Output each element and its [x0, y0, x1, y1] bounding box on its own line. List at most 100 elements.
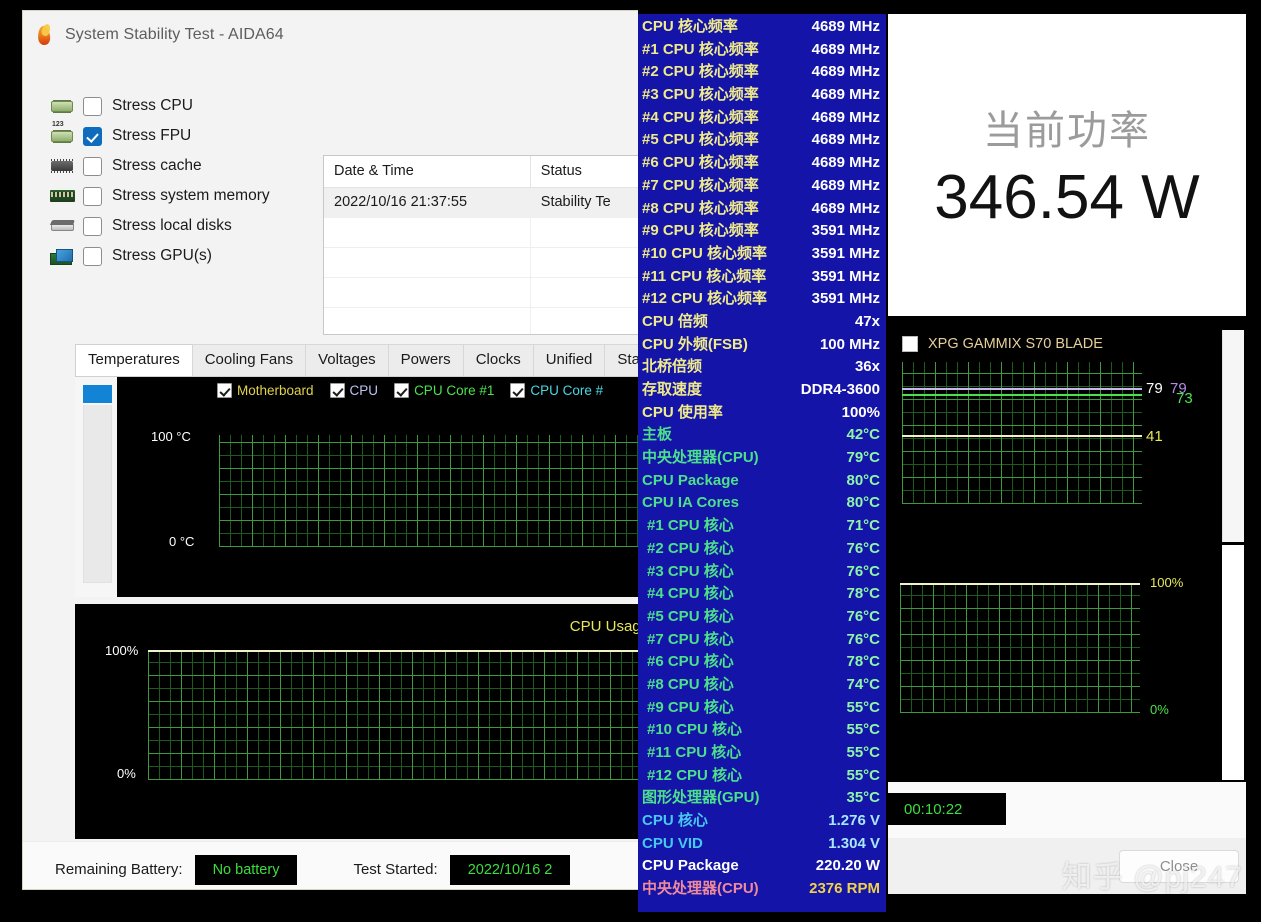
sensor-label: 存取速度	[642, 381, 703, 398]
sensor-value: 100%	[841, 403, 880, 421]
sensor-value: 4689 MHz	[811, 154, 880, 172]
sensor-label: #6 CPU 核心频率	[642, 154, 759, 172]
sensor-value: 55°C	[846, 744, 880, 761]
stress-option-row[interactable]: Stress CPU	[47, 91, 327, 121]
sensor-value: 4689 MHz	[811, 131, 880, 149]
sensor-row: 图形处理器(GPU) 35°C	[642, 787, 880, 810]
aida64-stability-window: System Stability Test - AIDA64 Stress CP…	[22, 10, 638, 890]
sensor-label: 中央处理器(CPU)	[642, 880, 759, 898]
legend-checkbox[interactable]	[217, 383, 232, 398]
right-usage-min-label: 0%	[1150, 702, 1169, 717]
window-titlebar: System Stability Test - AIDA64	[23, 11, 638, 59]
legend-item[interactable]: CPU Core #	[510, 383, 613, 398]
sensor-label: #12 CPU 核心	[647, 766, 743, 784]
legend-item[interactable]: CPU	[329, 383, 389, 398]
sensor-value: 36x	[854, 358, 880, 376]
sensor-value: 76°C	[846, 607, 880, 625]
close-button[interactable]: Close	[1119, 850, 1239, 883]
sensor-label: #4 CPU 核心频率	[642, 108, 759, 126]
stress-option-row[interactable]: Stress local disks	[47, 211, 327, 241]
legend-label: CPU Core #1	[414, 383, 495, 398]
sensor-label: #7 CPU 核心频率	[642, 176, 759, 194]
stress-option-checkbox[interactable]	[83, 186, 102, 206]
sensor-select-list[interactable]	[75, 377, 117, 597]
tab-cooling-fans[interactable]: Cooling Fans	[191, 344, 307, 376]
usage-axis-min-label: 0%	[117, 766, 136, 781]
legend-item[interactable]: Motherboard	[217, 383, 324, 398]
table-row[interactable]: 2022/10/16 21:37:55 Stability Te	[324, 188, 638, 218]
status-strip: Remaining Battery: No battery Test Start…	[23, 841, 638, 889]
sensor-row: 北桥倍频 36x	[642, 356, 880, 379]
temperature-graph-legend: Motherboard CPU CPU Core #1 CPU Core #	[217, 383, 613, 398]
test-started-value: 2022/10/16 2	[449, 854, 571, 885]
stress-option-checkbox[interactable]	[83, 126, 102, 146]
table-row-empty	[324, 308, 638, 334]
log-column-header[interactable]: Status	[531, 156, 638, 188]
sensor-row: 存取速度 DDR4-3600	[642, 379, 880, 402]
sensor-label: #9 CPU 核心	[647, 698, 734, 716]
log-column-header[interactable]: Date & Time	[324, 156, 531, 188]
sensor-value: 3591 MHz	[811, 244, 880, 262]
legend-item[interactable]: CPU Core #1	[394, 383, 504, 398]
sensor-value: 78°C	[846, 653, 880, 671]
sensor-row: #7 CPU 核心 76°C	[642, 629, 880, 652]
sensor-label: #8 CPU 核心	[647, 675, 734, 693]
stress-option-checkbox[interactable]	[83, 216, 102, 236]
legend-checkbox[interactable]	[329, 383, 345, 398]
sensor-row: #1 CPU 核心频率 4689 MHz	[642, 39, 880, 62]
sensor-value: 4689 MHz	[811, 108, 880, 126]
stress-option-row[interactable]: Stress cache	[47, 151, 327, 181]
sensor-row: CPU 核心 1.276 V	[642, 810, 880, 833]
sensor-label: 中央处理器(CPU)	[642, 449, 759, 467]
sensor-label: CPU 外频(FSB)	[642, 335, 748, 353]
event-log-table[interactable]: Date & Time Status 2022/10/16 21:37:55 Sta…	[323, 155, 638, 335]
log-table-rows: 2022/10/16 21:37:55 Stability Te	[324, 188, 638, 334]
stress-option-checkbox[interactable]	[83, 156, 102, 176]
sensor-value: 3591 MHz	[811, 290, 880, 308]
sensor-value: 79°C	[846, 449, 880, 467]
tab-powers[interactable]: Powers	[387, 344, 464, 376]
tab-clocks[interactable]: Clocks	[462, 344, 534, 376]
sensor-value: 80°C	[846, 494, 880, 512]
right-panel-scrollbar[interactable]	[1222, 330, 1244, 542]
sensor-value: 55°C	[846, 766, 880, 784]
sensor-select-selected-item[interactable]	[83, 385, 112, 403]
sensor-row: #10 CPU 核心 55°C	[642, 719, 880, 742]
disk-temperature-graph: XPG GAMMIX S70 BLADE 79 79 73 41	[888, 330, 1220, 542]
tab-unified[interactable]: Unified	[532, 344, 606, 376]
sensor-value: 71°C	[846, 517, 880, 535]
tab-stati[interactable]: Stati	[604, 344, 638, 376]
tab-voltages[interactable]: Voltages	[305, 344, 389, 376]
sensor-value: 76°C	[846, 539, 880, 557]
sensor-label: #8 CPU 核心频率	[642, 199, 759, 217]
sensor-label: CPU 倍频	[642, 312, 708, 330]
battery-value: No battery	[194, 854, 298, 885]
hard-disk-icon	[47, 215, 77, 237]
sensor-value: 78°C	[846, 585, 880, 603]
screen: System Stability Test - AIDA64 Stress CP…	[0, 0, 1261, 922]
stress-option-label: Stress GPU(s)	[112, 247, 212, 264]
legend-checkbox[interactable]	[510, 383, 526, 398]
sensor-value: 3591 MHz	[811, 267, 880, 285]
stress-option-row[interactable]: 123 Stress FPU	[47, 121, 327, 151]
sensor-label: #4 CPU 核心	[647, 585, 734, 603]
sensor-value: 4689 MHz	[811, 86, 880, 104]
sensor-row: #8 CPU 核心 74°C	[642, 674, 880, 697]
cpu-usage-line	[148, 650, 638, 652]
stress-option-row[interactable]: Stress GPU(s)	[47, 241, 327, 271]
test-started-label: Test Started:	[353, 861, 438, 878]
sensor-label: CPU Package	[642, 471, 739, 489]
sensor-row: #3 CPU 核心 76°C	[642, 561, 880, 584]
disk-legend-checkbox[interactable]	[902, 336, 918, 352]
right-panel-scrollbar-lower[interactable]	[1222, 545, 1244, 780]
sensor-label: #10 CPU 核心	[647, 721, 743, 739]
stress-option-checkbox[interactable]	[83, 96, 102, 116]
stress-option-checkbox[interactable]	[83, 246, 102, 266]
legend-checkbox[interactable]	[394, 383, 410, 398]
sensor-row: CPU Package 220.20 W	[642, 855, 880, 878]
sensor-select-rest[interactable]	[83, 405, 112, 583]
stress-option-row[interactable]: Stress system memory	[47, 181, 327, 211]
tab-temperatures[interactable]: Temperatures	[75, 344, 193, 376]
sensor-label: #6 CPU 核心	[647, 653, 734, 671]
disk-graph-value-label: 41	[1146, 428, 1163, 445]
